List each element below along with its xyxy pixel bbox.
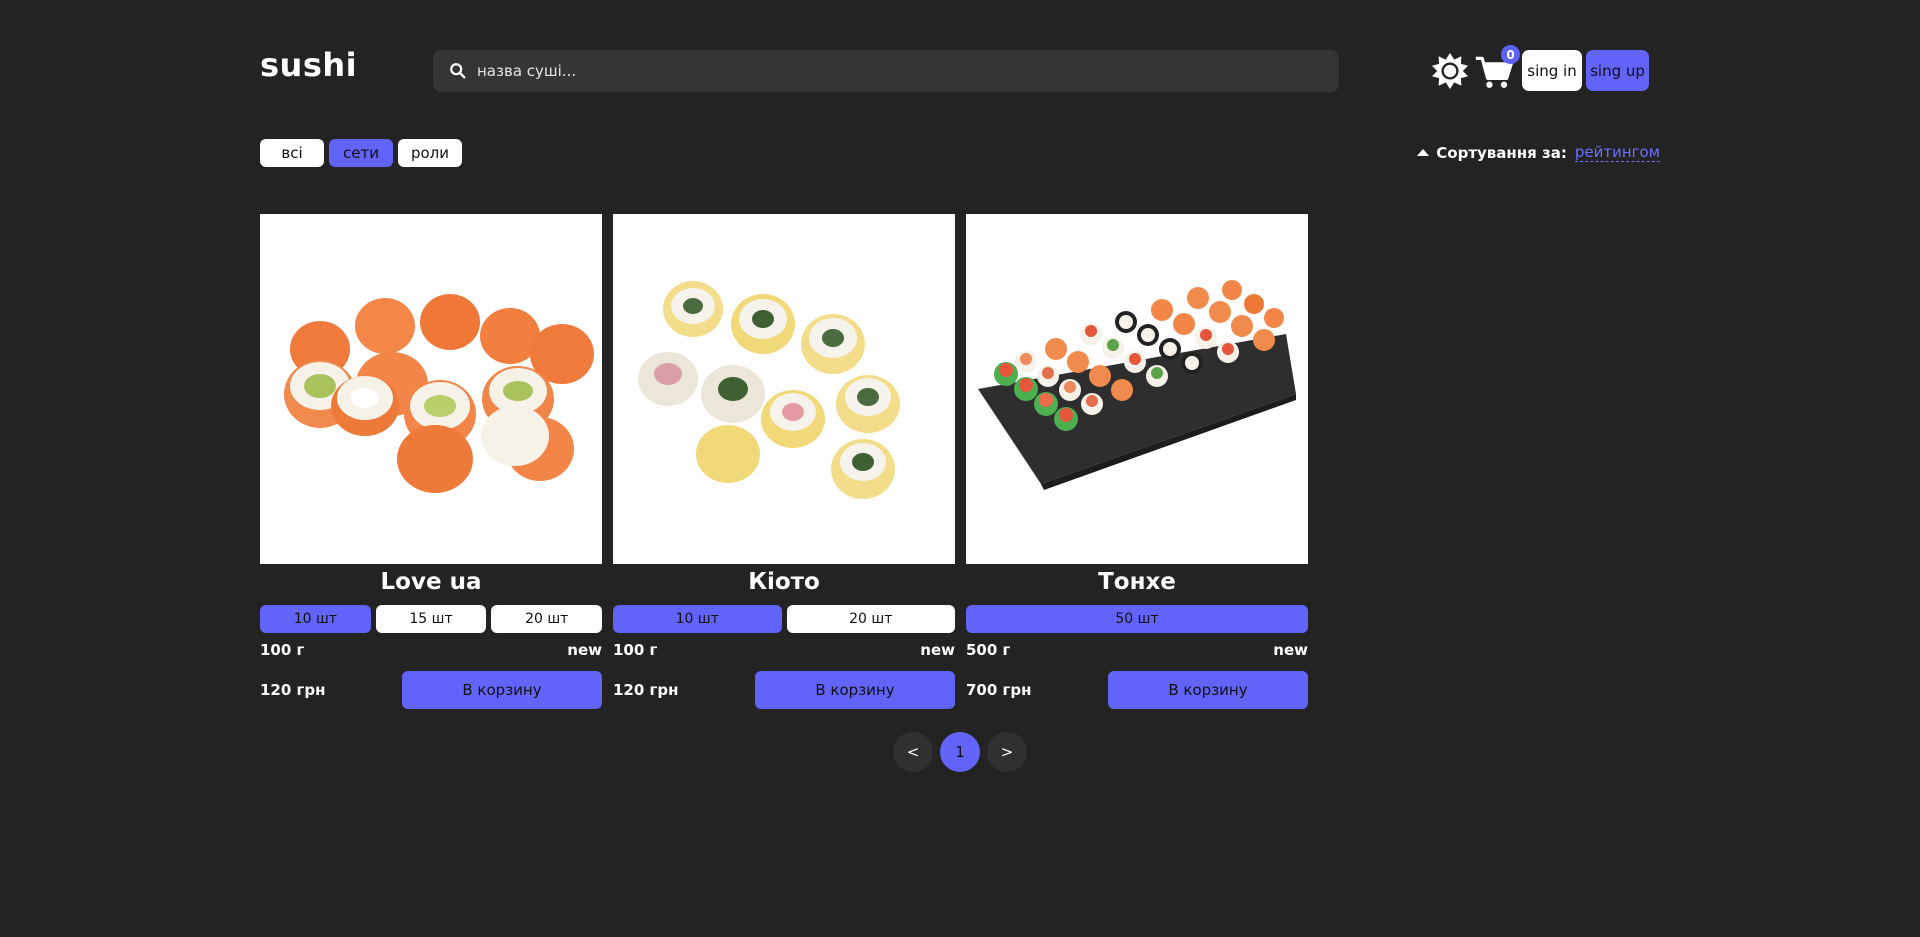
- sort-control: Сортування за: рейтингом: [1417, 143, 1660, 162]
- add-to-cart-button[interactable]: В корзину: [755, 671, 955, 709]
- size-option[interactable]: 10 шт: [260, 605, 371, 633]
- sun-icon: [1431, 52, 1469, 90]
- product-weight: 100 г: [613, 641, 658, 659]
- product-price: 120 грн: [260, 681, 326, 699]
- prev-page-button[interactable]: <: [893, 732, 933, 772]
- sort-arrow-icon[interactable]: [1417, 149, 1430, 156]
- category-filter: всі сети роли: [260, 139, 462, 167]
- product-card: Кіото 10 шт 20 шт 100 г new 120 грн В ко…: [613, 214, 955, 709]
- category-sets[interactable]: сети: [329, 139, 393, 167]
- product-buy-row: 120 грн В корзину: [260, 671, 602, 709]
- search-icon: [450, 63, 466, 79]
- product-price: 700 грн: [966, 681, 1032, 699]
- size-options: 50 шт: [966, 605, 1308, 633]
- sign-in-button[interactable]: sing in: [1522, 50, 1582, 91]
- product-meta: 100 г new: [260, 641, 602, 663]
- category-all[interactable]: всі: [260, 139, 324, 167]
- sort-value[interactable]: рейтингом: [1574, 143, 1660, 162]
- product-image-salmon-rolls[interactable]: [260, 214, 602, 564]
- page-button[interactable]: 1: [940, 732, 980, 772]
- product-price: 120 грн: [613, 681, 679, 699]
- product-meta: 100 г new: [613, 641, 955, 663]
- search-bar[interactable]: [433, 50, 1339, 92]
- next-page-button[interactable]: >: [987, 732, 1027, 772]
- pagination: < 1 >: [893, 732, 1027, 772]
- new-badge: new: [920, 641, 955, 659]
- product-image-sushi-set-board[interactable]: [966, 214, 1308, 564]
- product-weight: 100 г: [260, 641, 305, 659]
- new-badge: new: [1273, 641, 1308, 659]
- theme-toggle-button[interactable]: [1431, 52, 1469, 90]
- sign-up-button[interactable]: sing up: [1586, 50, 1649, 91]
- product-card: Тонхе 50 шт 500 г new 700 грн В корзину: [966, 214, 1308, 709]
- size-option[interactable]: 15 шт: [375, 605, 487, 633]
- search-input[interactable]: [477, 62, 1317, 80]
- new-badge: new: [567, 641, 602, 659]
- product-image-kyoto-rolls[interactable]: [613, 214, 955, 564]
- product-name: Love ua: [380, 569, 482, 595]
- logo[interactable]: sushi: [260, 46, 357, 84]
- size-options: 10 шт 20 шт: [613, 605, 955, 633]
- cart-button[interactable]: 0: [1474, 45, 1520, 90]
- size-option[interactable]: 20 шт: [786, 605, 955, 633]
- product-buy-row: 700 грн В корзину: [966, 671, 1308, 709]
- add-to-cart-button[interactable]: В корзину: [402, 671, 602, 709]
- add-to-cart-button[interactable]: В корзину: [1108, 671, 1308, 709]
- category-rolls[interactable]: роли: [398, 139, 462, 167]
- product-card: Love ua 10 шт 15 шт 20 шт 100 г new 120 …: [260, 214, 603, 709]
- size-options: 10 шт 15 шт 20 шт: [260, 605, 603, 633]
- size-option[interactable]: 50 шт: [966, 605, 1308, 633]
- cart-count-badge: 0: [1501, 45, 1520, 64]
- product-name: Кіото: [748, 569, 820, 595]
- product-buy-row: 120 грн В корзину: [613, 671, 955, 709]
- product-weight: 500 г: [966, 641, 1011, 659]
- product-meta: 500 г new: [966, 641, 1308, 663]
- product-name: Тонхе: [1098, 569, 1176, 595]
- size-option[interactable]: 10 шт: [613, 605, 782, 633]
- product-grid: Love ua 10 шт 15 шт 20 шт 100 г new 120 …: [260, 214, 1308, 709]
- page: sushi 0 sing in sing up всі сети роли Со: [0, 0, 1920, 937]
- size-option[interactable]: 20 шт: [491, 605, 603, 633]
- sort-label: Сортування за:: [1436, 143, 1567, 162]
